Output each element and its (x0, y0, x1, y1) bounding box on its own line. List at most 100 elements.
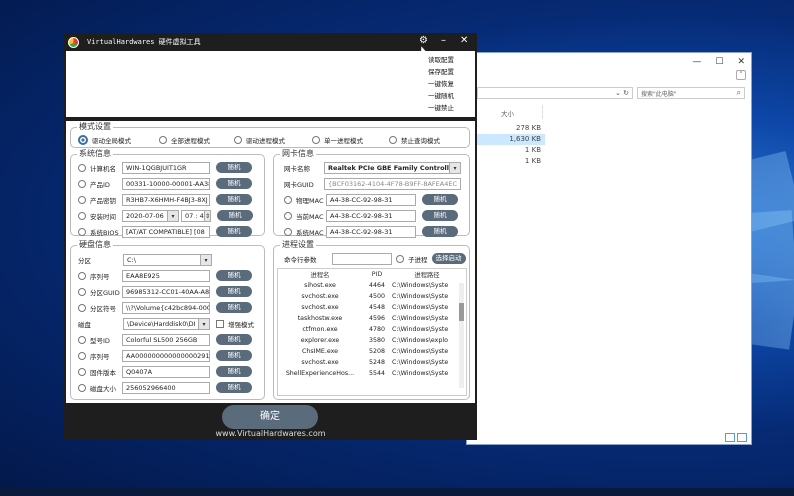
radio[interactable] (78, 271, 86, 280)
radio[interactable] (78, 367, 86, 376)
physical-mac-field[interactable]: A4-38-CC-92-98-31 (326, 193, 416, 206)
minimize-button[interactable]: — (692, 57, 701, 67)
menu-item-restore[interactable]: 一键恢复 (428, 78, 454, 90)
random-button[interactable]: 随机 (216, 366, 252, 377)
radio[interactable] (284, 227, 292, 236)
table-row[interactable]: ChsIME.exe 5208 C:\Windows\Syste (278, 346, 462, 357)
child-process-radio[interactable] (396, 254, 404, 263)
scrollbar[interactable] (459, 283, 464, 388)
mode-option-all-process[interactable]: 全部进程模式 (159, 133, 210, 146)
random-button[interactable]: 随机 (216, 270, 252, 281)
nic-guid-field[interactable]: {BCF03162-4104-4F78-B9FF-8AFEA4EC (324, 177, 461, 190)
disk-size-field[interactable]: 256052966400 (122, 381, 210, 394)
minimize-button[interactable]: – (441, 36, 446, 46)
random-button[interactable]: 随机 (216, 302, 252, 313)
close-button[interactable]: ✕ (737, 57, 745, 67)
menu-item-disable[interactable]: 一键禁止 (428, 102, 454, 114)
random-button[interactable]: 随机 (216, 350, 252, 361)
process-table-container[interactable]: 进程名 PID 进程路径 sihost.exe 4464 C:\Windows\Sy… (277, 268, 467, 396)
table-row[interactable]: explorer.exe 3580 C:\Windows\explo (278, 335, 462, 346)
list-item[interactable]: 1 KB (473, 156, 545, 167)
random-button[interactable]: 随机 (216, 194, 252, 205)
random-button[interactable]: 随机 (216, 178, 252, 189)
expand-ribbon-icon[interactable]: ˅ (736, 70, 746, 80)
spinner-icon[interactable]: ⇕ (205, 209, 211, 222)
radio[interactable] (78, 179, 86, 188)
mode-option-single-process[interactable]: 单一进程模式 (312, 133, 363, 146)
tiles-view-icon[interactable] (737, 433, 747, 442)
select-launch-button[interactable]: 选择启动 (431, 253, 466, 264)
process-table[interactable]: 进程名 PID 进程路径 sihost.exe 4464 C:\Windows\Sy… (278, 269, 462, 379)
random-button[interactable]: 随机 (216, 286, 252, 297)
table-row[interactable]: taskhostw.exe 4596 C:\Windows\Syste (278, 313, 462, 324)
chevron-down-icon[interactable]: ⌄ ↻ (615, 89, 629, 97)
scrollbar-thumb[interactable] (459, 303, 464, 321)
chevron-down-icon[interactable]: ▾ (201, 253, 212, 266)
random-button[interactable]: 随机 (422, 210, 458, 221)
radio[interactable] (78, 163, 86, 172)
random-button[interactable]: 随机 (216, 226, 252, 237)
radio[interactable] (78, 303, 86, 312)
install-date-field[interactable]: 2020-07-06 (122, 209, 168, 222)
mode-option-driver-global[interactable]: 驱动全局模式 (78, 133, 131, 146)
random-button[interactable]: 随机 (422, 226, 458, 237)
chevron-down-icon[interactable]: ▾ (450, 161, 461, 174)
list-item[interactable]: 1 KB (473, 145, 545, 156)
view-toggle[interactable] (725, 433, 747, 442)
random-button[interactable]: 随机 (216, 334, 252, 345)
radio[interactable] (78, 351, 86, 360)
mode-option-disable-query[interactable]: 禁止查询模式 (389, 133, 440, 146)
mode-option-driver-process[interactable]: 驱动进程模式 (234, 133, 285, 146)
product-id-field[interactable]: 00331-10000-00001-AA380 (122, 177, 210, 190)
radio[interactable] (78, 335, 86, 344)
column-header-path[interactable]: 进程路径 (392, 269, 462, 280)
disk-device-select[interactable]: \Device\Harddisk0\DI (123, 317, 199, 330)
table-row[interactable]: svchost.exe 4548 C:\Windows\Syste (278, 302, 462, 313)
radio[interactable] (78, 227, 86, 236)
product-key-field[interactable]: R3HB7-X6HMH-F4BJ3-8XJ (122, 193, 210, 206)
hw-serial-field[interactable]: AA000000000000000291 (122, 349, 210, 362)
maximize-button[interactable]: ☐ (715, 57, 723, 67)
radio[interactable] (389, 135, 397, 144)
model-id-field[interactable]: Colorful SL500 256GB (122, 333, 210, 346)
details-view-icon[interactable] (725, 433, 735, 442)
radio[interactable] (78, 383, 86, 392)
install-time-field[interactable]: 07 : 40 (181, 209, 205, 222)
menu-item-load-config[interactable]: 读取配置 (428, 54, 454, 66)
radio[interactable] (284, 211, 292, 220)
partition-symbol-field[interactable]: \\?\Volume{c42bc894-000 (122, 301, 210, 314)
radio[interactable] (234, 135, 242, 144)
current-mac-field[interactable]: A4-38-CC-92-98-31 (326, 209, 416, 222)
nic-name-select[interactable]: Realtek PCIe GBE Family Controll (324, 161, 450, 174)
enhanced-mode-checkbox[interactable] (216, 319, 224, 328)
menu-item-save-config[interactable]: 保存配置 (428, 66, 454, 78)
firmware-field[interactable]: Q0407A (122, 365, 210, 378)
size-column-header[interactable]: 大小 (501, 105, 543, 119)
table-row[interactable]: svchost.exe 5248 C:\Windows\Syste (278, 357, 462, 368)
random-button[interactable]: 随机 (216, 382, 252, 393)
confirm-button[interactable]: 确定 (222, 405, 318, 429)
partition-select[interactable]: C:\ (123, 253, 201, 266)
list-item[interactable]: 1,630 KB (473, 134, 545, 145)
close-button[interactable]: ✕ (460, 36, 468, 46)
random-button[interactable]: 随机 (217, 210, 253, 221)
radio[interactable] (159, 135, 167, 144)
menu-item-randomize[interactable]: 一键随机 (428, 90, 454, 102)
computer-name-field[interactable]: WIN-1QGBJUIT1GR (122, 161, 210, 174)
column-header-name[interactable]: 进程名 (278, 269, 362, 280)
partition-guid-field[interactable]: 96985312-CC01-40AA-A83 (122, 285, 210, 298)
table-row[interactable]: sihost.exe 4464 C:\Windows\Syste (278, 280, 462, 291)
cmd-args-input[interactable] (332, 252, 392, 265)
radio[interactable] (78, 287, 86, 296)
random-button[interactable]: 随机 (216, 162, 252, 173)
list-item[interactable]: 278 KB (473, 123, 545, 134)
file-explorer-window[interactable]: — ☐ ✕ ˅ ⌄ ↻ 搜索"此电脑" ⌕ 大小 278 KB 1,630 KB … (466, 52, 752, 445)
bios-field[interactable]: [AT/AT COMPATIBLE] [08 (122, 225, 210, 238)
chevron-down-icon[interactable]: ▾ (168, 209, 179, 222)
radio[interactable] (312, 135, 320, 144)
table-row[interactable]: ShellExperienceHos... 5544 C:\Windows\Syst… (278, 368, 462, 379)
system-mac-field[interactable]: A4-38-CC-92-98-31 (326, 225, 416, 238)
radio[interactable] (78, 195, 86, 204)
footer-url[interactable]: www.VirtualHardwares.com (64, 429, 477, 438)
search-input[interactable]: 搜索"此电脑" ⌕ (637, 87, 745, 99)
